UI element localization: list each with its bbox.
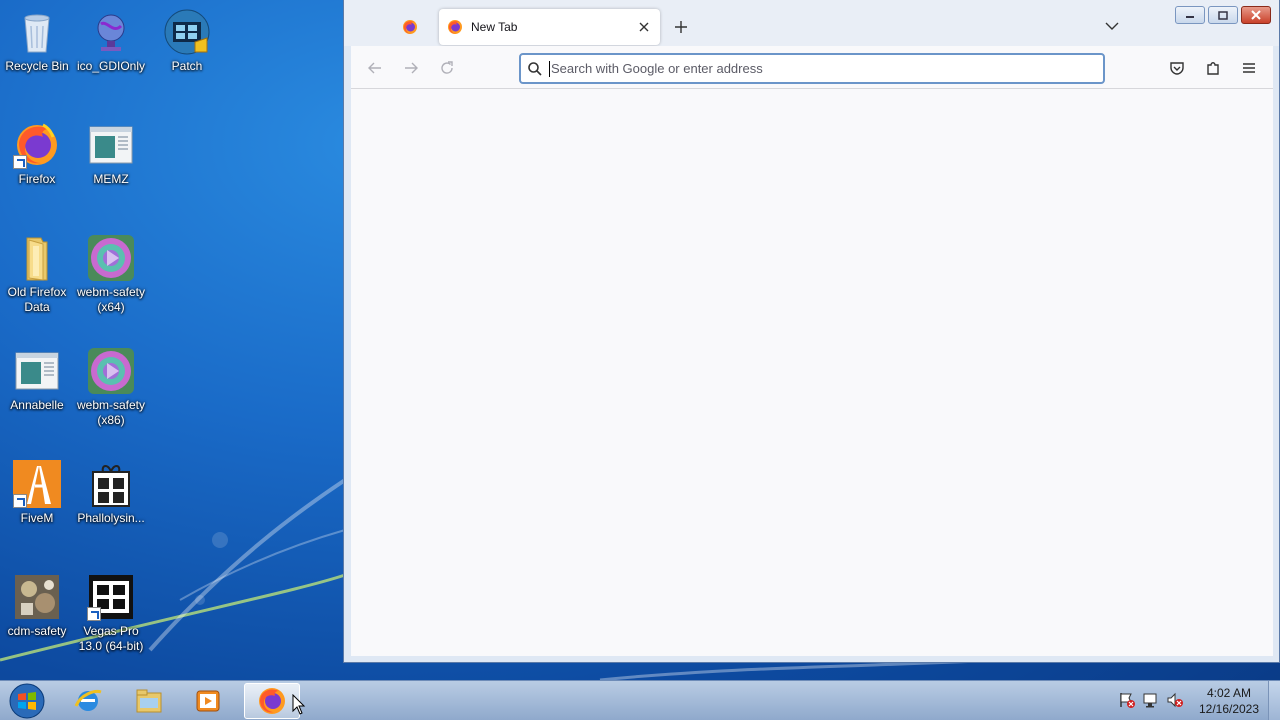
desktop-icon-cdm-safety[interactable]: cdm-safety: [0, 573, 74, 639]
tab-bar: New Tab: [344, 0, 1279, 46]
start-button[interactable]: [5, 683, 49, 719]
desktop-icon-label: MEMZ: [93, 172, 129, 186]
system-tray: [1118, 691, 1184, 712]
hamburger-menu-icon: [1243, 63, 1255, 73]
desktop-icon-recycle-bin[interactable]: Recycle Bin: [0, 8, 74, 74]
minimize-icon: [1186, 16, 1194, 18]
media-disc-icon: [87, 347, 135, 395]
globe-icon: [87, 8, 135, 56]
list-all-tabs-button[interactable]: [1100, 14, 1124, 38]
restore-button[interactable]: [1208, 6, 1238, 24]
desktop-icon-label: cdm-safety: [7, 624, 67, 638]
firefox-icon: [259, 688, 285, 714]
mouse-cursor-icon: [292, 694, 306, 715]
reload-button[interactable]: [435, 56, 459, 80]
show-desktop-button[interactable]: [1268, 681, 1280, 720]
fivem-icon: [13, 460, 61, 508]
desktop-icon-webm-safety-x64[interactable]: webm-safety (x64): [74, 234, 148, 315]
pocket-icon: [1170, 62, 1184, 75]
close-window-button[interactable]: [1241, 6, 1271, 24]
gift-icon: [87, 460, 135, 508]
file-explorer-icon: [136, 689, 162, 713]
taskbar-media-player[interactable]: [180, 683, 236, 719]
media-disc-icon: [87, 234, 135, 282]
page-content: [351, 89, 1273, 656]
desktop-icon-label: Annabelle: [10, 398, 64, 412]
desktop-icon-label: Old Firefox Data: [7, 285, 67, 314]
desktop-icon-label: Patch: [171, 59, 203, 73]
address-input[interactable]: [549, 60, 1103, 77]
arrow-left-icon: [368, 62, 381, 74]
desktop-icon-webm-safety-x86[interactable]: webm-safety (x86): [74, 347, 148, 428]
desktop-icon-label: Vegas Pro 13.0 (64-bit): [78, 624, 144, 653]
restore-icon: [1218, 11, 1228, 20]
shortcut-arrow-icon: [13, 494, 27, 508]
search-icon: [528, 61, 542, 76]
back-button[interactable]: [363, 56, 387, 80]
tab-pinned-firefox[interactable]: [392, 11, 428, 43]
film-icon: [163, 8, 211, 56]
desktop-icon-ico-gdionly[interactable]: ico_GDIOnly: [74, 8, 148, 74]
navigation-toolbar: [351, 46, 1273, 89]
pocket-button[interactable]: [1165, 56, 1189, 80]
arrow-right-icon: [405, 62, 418, 74]
close-icon: [1251, 10, 1261, 20]
action-center-icon[interactable]: [1118, 691, 1136, 712]
desktop-icon-patch[interactable]: Patch: [150, 8, 224, 74]
desktop-icon-annabelle[interactable]: Annabelle: [0, 347, 74, 413]
media-player-icon: [196, 690, 220, 712]
chevron-down-icon: [1105, 22, 1119, 30]
extensions-button[interactable]: [1201, 56, 1225, 80]
taskbar-internet-explorer[interactable]: [60, 683, 116, 719]
address-bar[interactable]: [519, 53, 1105, 84]
shortcut-arrow-icon: [13, 155, 27, 169]
window-controls: [1175, 6, 1271, 24]
desktop-icon-label: ico_GDIOnly: [76, 59, 146, 73]
desktop-icon-old-firefox-data[interactable]: Old Firefox Data: [0, 234, 74, 315]
photo-icon: [13, 573, 61, 621]
windows-logo-icon: [9, 683, 45, 719]
desktop-icon-fivem[interactable]: FiveM: [0, 460, 74, 526]
app-menu-button[interactable]: [1237, 56, 1261, 80]
forward-button[interactable]: [399, 56, 423, 80]
new-tab-button[interactable]: [668, 14, 694, 40]
desktop-icon-label: webm-safety (x86): [76, 398, 146, 427]
desktop-icon-firefox[interactable]: Firefox: [0, 121, 74, 187]
clock-time: 4:02 AM: [1206, 686, 1252, 700]
close-tab-icon[interactable]: [632, 15, 656, 39]
taskbar-file-explorer[interactable]: [121, 683, 177, 719]
desktop-icon-label: Phallolysin...: [77, 511, 145, 525]
recycle-bin-icon: [13, 8, 61, 56]
puzzle-icon: [1207, 62, 1219, 75]
desktop-icon-memz[interactable]: MEMZ: [74, 121, 148, 187]
film-icon: [87, 573, 135, 621]
desktop-icon-phallolysin[interactable]: Phallolysin...: [74, 460, 148, 526]
clock-date: 12/16/2023: [1198, 702, 1260, 716]
tab-title: New Tab: [471, 20, 518, 34]
tab-new-tab[interactable]: New Tab: [439, 9, 660, 45]
firefox-icon: [13, 121, 61, 169]
desktop-icon-label: FiveM: [20, 511, 54, 525]
desktop-icon-label: Recycle Bin: [5, 59, 69, 73]
clock[interactable]: 4:02 AM 12/16/2023: [1194, 685, 1264, 717]
internet-explorer-icon: [74, 690, 102, 711]
network-icon[interactable]: [1142, 691, 1160, 712]
volume-muted-icon[interactable]: [1166, 691, 1184, 712]
desktop-icon-label: webm-safety (x64): [76, 285, 146, 314]
reload-icon: [441, 61, 453, 74]
shortcut-arrow-icon: [87, 607, 101, 621]
taskbar: 4:02 AM 12/16/2023: [0, 680, 1280, 720]
desktop-icon-label: Firefox: [18, 172, 56, 186]
firefox-icon: [403, 20, 417, 34]
minimize-button[interactable]: [1175, 6, 1205, 24]
desktop-icon-vegas-pro[interactable]: Vegas Pro 13.0 (64-bit): [74, 573, 148, 654]
window-app-icon: [87, 121, 135, 169]
firefox-window: New Tab: [343, 0, 1280, 663]
plus-icon: [675, 21, 687, 33]
folder-icon: [13, 234, 61, 282]
window-app-icon: [13, 347, 61, 395]
firefox-icon: [448, 20, 462, 34]
